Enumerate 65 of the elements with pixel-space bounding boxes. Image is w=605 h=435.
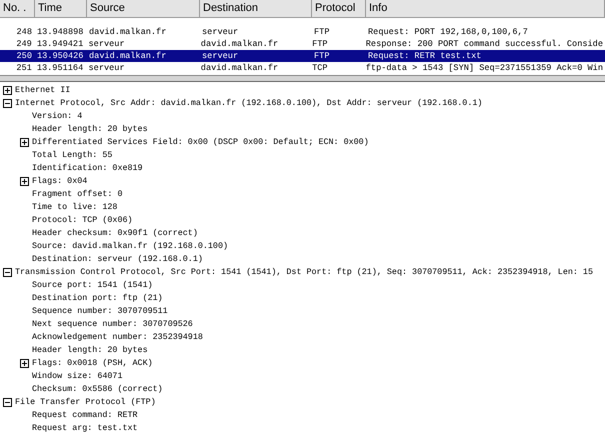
table-cell-text: FTP (311, 38, 329, 50)
column-header[interactable]: Info (366, 0, 605, 17)
detail-line[interactable]: Destination port: ftp (21) (32, 292, 163, 305)
expand-icon[interactable] (20, 177, 29, 186)
detail-line[interactable]: Request arg: test.txt (32, 422, 138, 435)
table-cell-text: serveur (88, 38, 126, 50)
table-cell-text: TCP (311, 62, 329, 74)
expand-icon[interactable] (3, 86, 12, 95)
table-cell-text: FTP (313, 50, 330, 62)
collapse-icon[interactable] (3, 268, 12, 277)
table-cell-text: FTP (313, 26, 330, 38)
table-cell-text: david.malkan.fr (200, 38, 280, 50)
detail-line[interactable]: Version: 4 (32, 110, 82, 123)
column-header[interactable]: Protocol (312, 0, 366, 17)
detail-line[interactable]: Flags: 0x04 (32, 175, 88, 188)
detail-line[interactable]: Window size: 64071 (32, 370, 122, 383)
table-cell-text: 13.950426 (36, 50, 84, 62)
detail-line[interactable]: Sequence number: 3070709511 (32, 305, 168, 318)
expand-icon[interactable] (20, 138, 29, 147)
packet-row[interactable]: 250 13.950426 david.malkan.fr serveur FTP Request: RETR test.txt (0, 50, 605, 62)
detail-line[interactable]: Protocol: TCP (0x06) (32, 214, 133, 227)
detail-line[interactable]: Source: david.malkan.fr (192.168.0.100) (32, 240, 228, 253)
column-header[interactable]: Destination (200, 0, 312, 17)
table-cell-text: Response: 200 PORT command successful. Conside (364, 38, 604, 50)
collapse-icon[interactable] (3, 99, 12, 108)
table-cell-text: Request: RETR test.txt (367, 50, 482, 62)
table-cell-text: serveur (88, 62, 126, 74)
detail-line[interactable]: Header checksum: 0x90f1 (correct) (32, 227, 198, 240)
table-cell-text: david.malkan.fr (88, 26, 168, 38)
detail-line[interactable]: Flags: 0x0018 (PSH, ACK) (32, 357, 153, 370)
table-cell-text: 250 (16, 50, 33, 62)
detail-line[interactable]: Next sequence number: 3070709526 (32, 318, 193, 331)
table-cell-text: 249 (15, 38, 33, 50)
detail-line[interactable]: Time to live: 128 (32, 201, 118, 214)
table-cell-text: 13.948898 (36, 26, 84, 38)
table-cell-text: david.malkan.fr (200, 62, 280, 74)
detail-line[interactable]: Header length: 20 bytes (32, 344, 148, 357)
detail-line[interactable]: Request command: RETR (32, 409, 138, 422)
detail-line[interactable]: Header length: 20 bytes (32, 123, 148, 136)
detail-line[interactable]: Destination: serveur (192.168.0.1) (32, 253, 203, 266)
detail-line[interactable]: Ethernet II (15, 84, 70, 97)
table-cell-text: Request: PORT 192,168,0,100,6,7 (367, 26, 529, 38)
table-cell-text: david.malkan.fr (88, 50, 168, 62)
collapse-icon[interactable] (3, 398, 12, 407)
detail-line[interactable]: Differentiated Services Field: 0x00 (DSCP 0x00: Default; ECN: 0x00) (32, 136, 369, 149)
table-cell-text: 251 (15, 62, 33, 74)
detail-line[interactable]: File Transfer Protocol (FTP) (15, 396, 156, 409)
detail-line[interactable]: Checksum: 0x5586 (correct) (32, 383, 163, 396)
column-header[interactable]: Time (35, 0, 87, 17)
table-cell-text: serveur (201, 50, 240, 62)
column-header[interactable]: No. . (0, 0, 35, 17)
expand-icon[interactable] (20, 359, 29, 368)
detail-line[interactable]: Internet Protocol, Src Addr: david.malkan.fr (192.168.0.100), Dst Addr: serveur (192.168.0.1) (15, 97, 482, 110)
table-cell-text: ftp-data > 1543 [SYN] Seq=2371551359 Ack=0 Win (364, 62, 604, 74)
detail-line[interactable]: Source port: 1541 (1541) (32, 279, 153, 292)
table-cell-text: 248 (16, 26, 33, 38)
detail-line[interactable]: Fragment offset: 0 (32, 188, 122, 201)
table-cell-text: 13.949421 (36, 38, 84, 50)
column-header[interactable]: Source (87, 0, 200, 17)
detail-line[interactable]: Total Length: 55 (32, 149, 112, 162)
table-cell-text: 13.951164 (36, 62, 84, 74)
detail-line[interactable]: Transmission Control Protocol, Src Port: 1541 (1541), Dst Port: ftp (21), Seq: 3070709511, Ack: 2352394918, Len: 15 (15, 266, 593, 279)
detail-line[interactable]: Acknowledgement number: 2352394918 (32, 331, 203, 344)
table-cell-text: serveur (201, 26, 240, 38)
detail-line[interactable]: Identification: 0xe819 (32, 162, 143, 175)
